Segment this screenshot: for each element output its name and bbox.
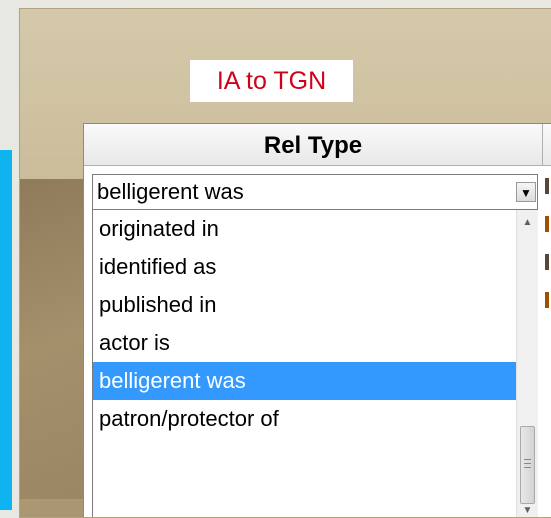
option-list: originated in identified as published in…: [93, 210, 516, 438]
title-badge: IA to TGN: [190, 60, 353, 102]
option-actor-is[interactable]: actor is: [93, 324, 516, 362]
option-patron-protector-of[interactable]: patron/protector of: [93, 400, 516, 438]
option-published-in[interactable]: published in: [93, 286, 516, 324]
combo-selected-value: belligerent was: [97, 179, 244, 204]
option-identified-as[interactable]: identified as: [93, 248, 516, 286]
rel-type-dropdown-list[interactable]: originated in identified as published in…: [92, 210, 538, 517]
scroll-down-arrow-icon[interactable]: ▼: [517, 504, 538, 517]
scroll-thumb[interactable]: [520, 426, 535, 504]
next-column-cells: [543, 166, 551, 517]
relationship-grid: Rel Type belligerent was ▼ originated in…: [83, 123, 551, 517]
option-belligerent-was[interactable]: belligerent was: [93, 362, 516, 400]
rel-type-combobox[interactable]: belligerent was ▼: [92, 174, 538, 210]
option-originated-in[interactable]: originated in: [93, 210, 516, 248]
dropdown-arrow-icon[interactable]: ▼: [516, 182, 536, 202]
dropdown-scrollbar[interactable]: ▲ ▼: [516, 210, 538, 517]
left-accent-bar: [0, 150, 12, 510]
column-header-next[interactable]: [543, 124, 551, 166]
column-header-rel-type[interactable]: Rel Type: [84, 124, 543, 166]
scroll-up-arrow-icon[interactable]: ▲: [517, 216, 538, 230]
